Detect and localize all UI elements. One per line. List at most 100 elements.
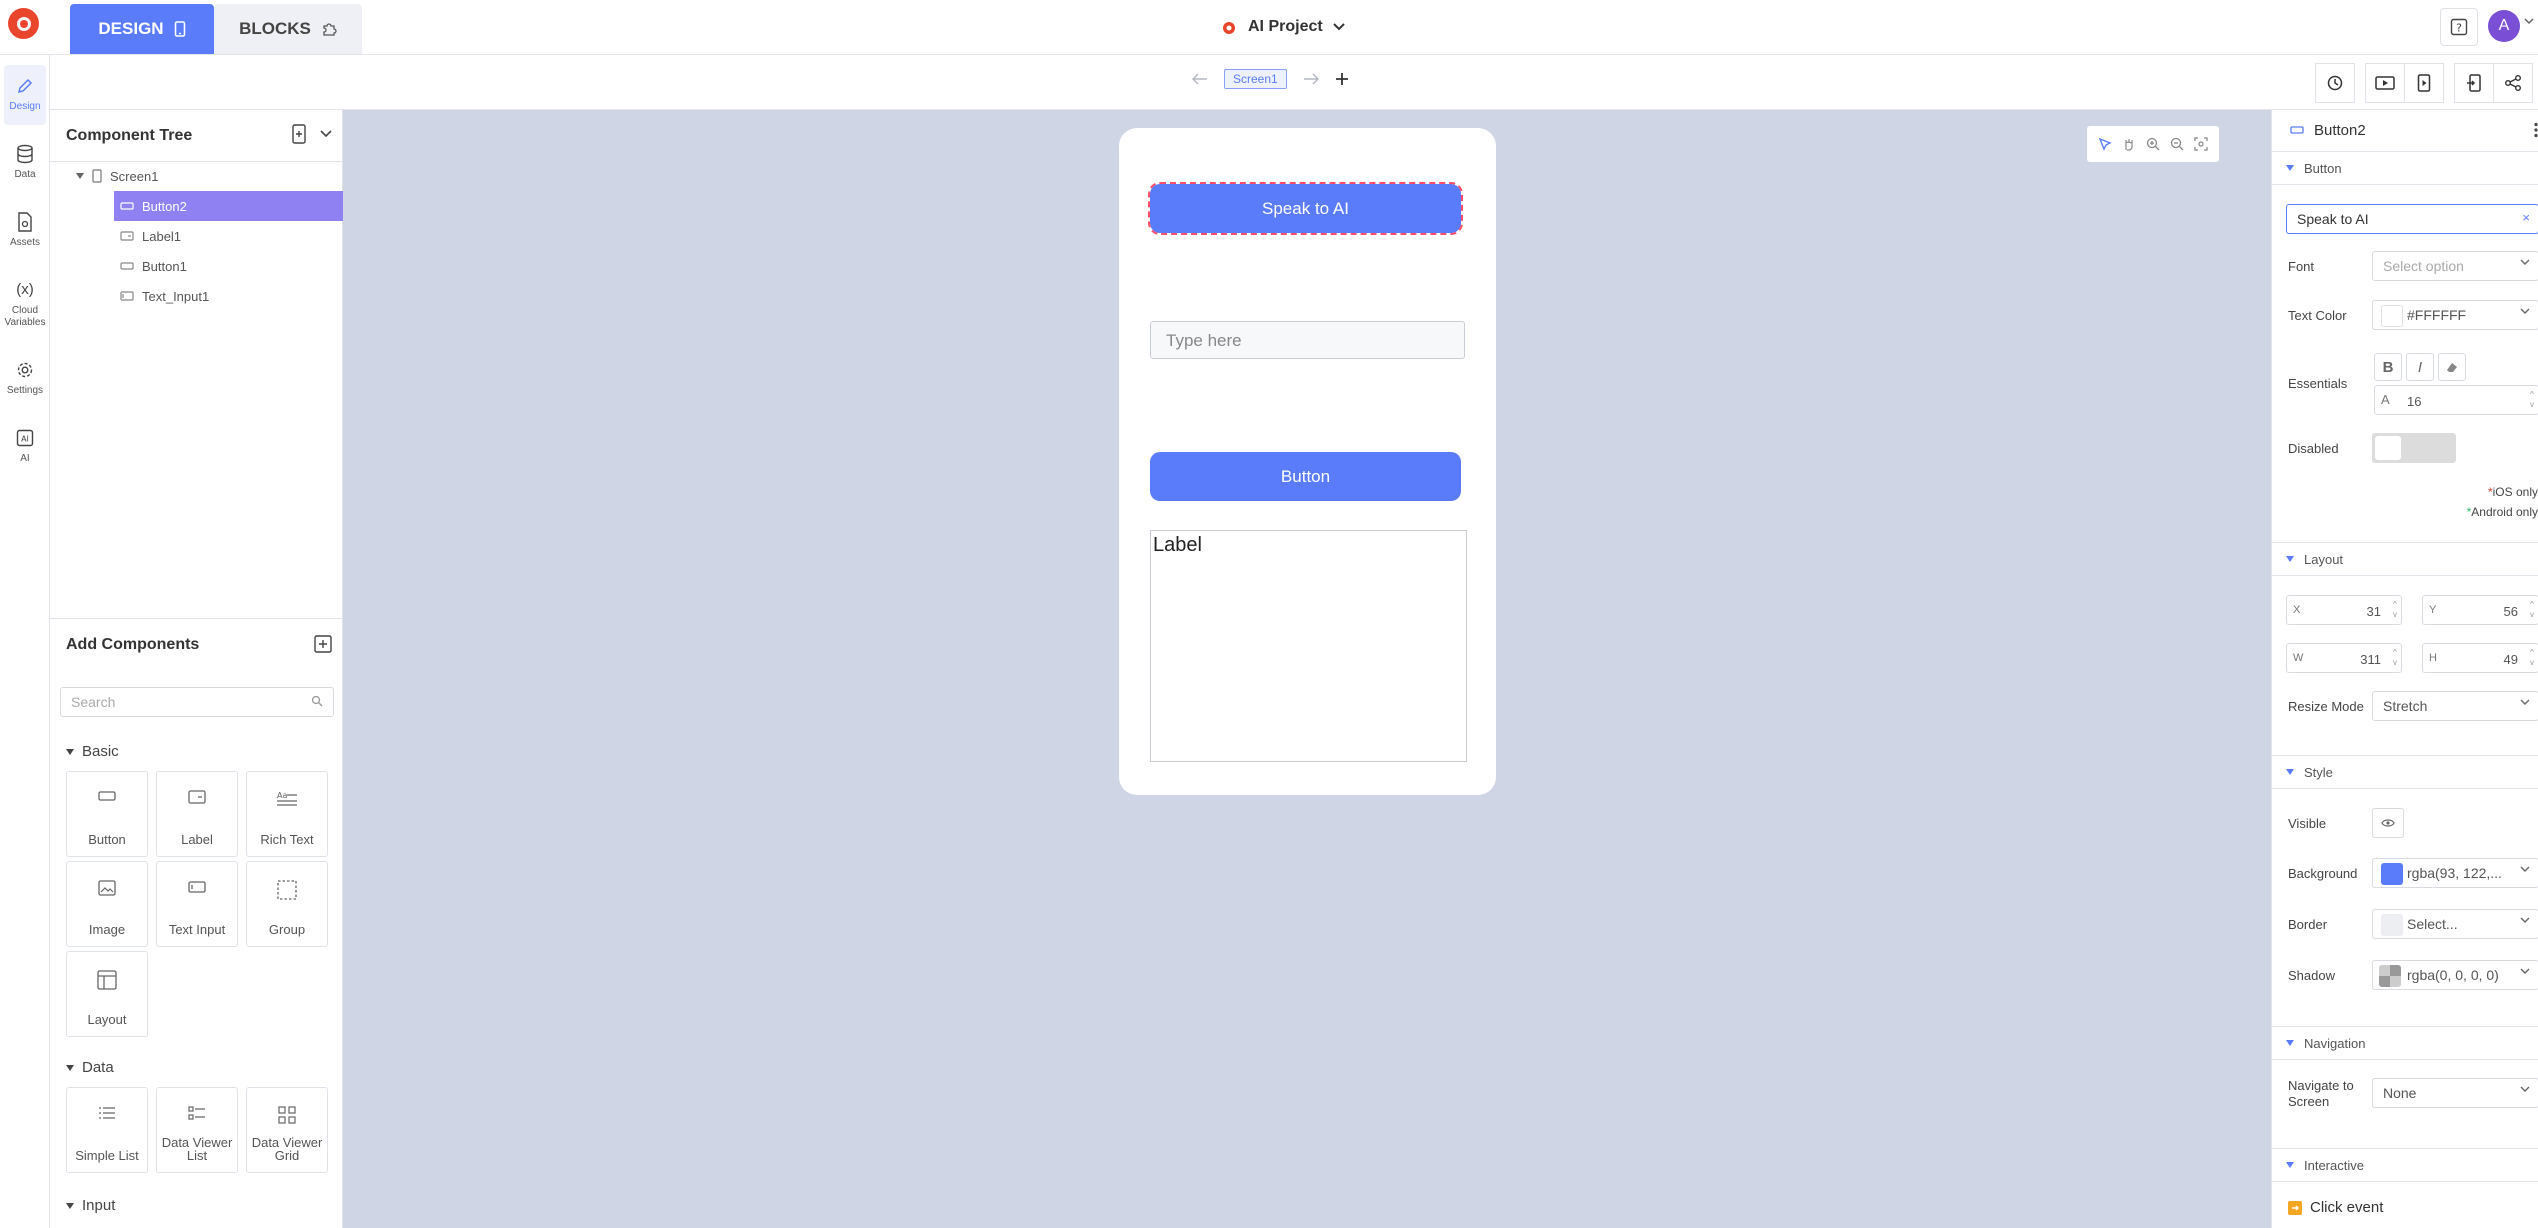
tree-item-text-input1[interactable]: Text_Input1 (114, 281, 343, 311)
bold-button[interactable]: B (2374, 353, 2402, 381)
component-card-rich-text[interactable]: Aa Rich Text (246, 771, 328, 857)
section-layout[interactable]: Layout (2272, 542, 2538, 576)
avatar-chevron-icon[interactable] (2524, 18, 2534, 25)
category-basic[interactable]: Basic (66, 743, 119, 760)
share-button[interactable] (2493, 63, 2533, 103)
tree-item-screen1[interactable]: Screen1 (76, 161, 338, 191)
component-search-input[interactable]: Search (60, 687, 334, 717)
add-box-icon[interactable] (314, 635, 332, 653)
tree-item-button1[interactable]: Button1 (114, 251, 343, 281)
font-label: Font (2288, 259, 2315, 274)
background-value: rgba(93, 122,... (2407, 865, 2502, 881)
background-select[interactable]: rgba(93, 122,... (2372, 858, 2538, 888)
export-button[interactable] (2454, 63, 2494, 103)
current-screen-pill[interactable]: Screen1 (1224, 69, 1287, 89)
device-preview-button[interactable] (2404, 63, 2444, 103)
section-button[interactable]: Button (2272, 151, 2538, 185)
text-input-icon (188, 881, 206, 893)
component-card-group[interactable]: Group (246, 861, 328, 947)
project-selector[interactable]: AI Project (1220, 12, 1345, 42)
section-navigation[interactable]: Navigation (2272, 1026, 2538, 1060)
add-screen-icon[interactable] (1335, 72, 1349, 86)
user-avatar[interactable]: A (2488, 10, 2520, 42)
android-only-note: *Android only (2466, 505, 2538, 519)
zoom-in-icon[interactable] (2146, 137, 2160, 151)
category-data[interactable]: Data (66, 1059, 114, 1076)
hand-icon[interactable] (2122, 137, 2136, 151)
rail-item-data[interactable]: Data (0, 141, 50, 181)
component-card-button[interactable]: Button (66, 771, 148, 857)
component-card-label[interactable]: Label (156, 771, 238, 857)
y-input[interactable]: Y 56 ^ v (2422, 595, 2538, 625)
section-interactive[interactable]: Interactive (2272, 1148, 2538, 1182)
chevron-down-icon (2520, 308, 2530, 314)
w-stepper[interactable]: ^ v (2393, 648, 2397, 668)
rail-item-settings[interactable]: Settings (0, 357, 50, 397)
preview-button[interactable] (2365, 63, 2405, 103)
h-stepper[interactable]: ^ v (2530, 648, 2534, 668)
preview-button2[interactable]: Speak to AI (1148, 182, 1463, 235)
arrow-left-icon[interactable] (1192, 73, 1208, 85)
x-stepper[interactable]: ^ v (2393, 600, 2397, 620)
tab-blocks[interactable]: BLOCKS (214, 4, 362, 54)
component-card-data-viewer-grid[interactable]: Data Viewer Grid (246, 1087, 328, 1173)
h-input[interactable]: H 49 ^ v (2422, 643, 2538, 673)
chevron-down-icon[interactable] (320, 130, 332, 138)
device-export-icon (2467, 74, 2481, 92)
component-card-text-input[interactable]: Text Input (156, 861, 238, 947)
navigate-select[interactable]: None (2372, 1078, 2538, 1108)
rail-item-design[interactable]: Design (0, 73, 50, 113)
rail-item-cloud-variables[interactable]: (x) Cloud Variables (0, 277, 50, 329)
svg-text:?: ? (2456, 22, 2462, 35)
preview-button1[interactable]: Button (1150, 452, 1461, 501)
tree-item-button2[interactable]: Button2 (114, 191, 343, 221)
device-add-icon[interactable] (292, 124, 306, 144)
border-select[interactable]: Select... (2372, 909, 2538, 939)
preview-label1[interactable]: Label (1150, 530, 1467, 762)
section-style[interactable]: Style (2272, 755, 2538, 789)
font-size-input[interactable]: A 16 ^ v (2374, 385, 2538, 415)
text-color-select[interactable]: #FFFFFF (2372, 300, 2538, 330)
pointer-icon[interactable] (2098, 137, 2112, 151)
clear-format-button[interactable] (2438, 353, 2466, 381)
component-card-simple-list[interactable]: Simple List (66, 1087, 148, 1173)
variable-icon: (x) (16, 281, 34, 298)
italic-button[interactable]: I (2406, 353, 2434, 381)
arrow-right-icon[interactable] (1303, 73, 1319, 85)
click-event-row[interactable]: Click event (2288, 1199, 2383, 1216)
design-canvas[interactable]: Speak to AI Type here Button Label (343, 110, 2271, 1228)
component-card-data-viewer-list[interactable]: Data Viewer List (156, 1087, 238, 1173)
component-card-image[interactable]: Image (66, 861, 148, 947)
history-button[interactable] (2315, 63, 2355, 103)
font-select[interactable]: Select option (2372, 251, 2538, 281)
w-input[interactable]: W 311 ^ v (2286, 643, 2402, 673)
category-input[interactable]: Input (66, 1197, 115, 1214)
rail-item-ai[interactable]: AI AI (0, 425, 50, 465)
rail-item-assets[interactable]: Assets (0, 209, 50, 249)
disabled-label: Disabled (2288, 441, 2339, 456)
chevron-down-icon (2520, 1086, 2530, 1092)
app-logo-icon[interactable] (8, 8, 39, 39)
disabled-toggle[interactable] (2372, 433, 2456, 463)
tree-item-label: Label1 (142, 228, 182, 244)
border-swatch (2381, 914, 2403, 936)
shadow-select[interactable]: rgba(0, 0, 0, 0) (2372, 960, 2538, 990)
rail-label-settings: Settings (6, 385, 44, 396)
category-label: Data (82, 1059, 114, 1076)
tree-item-label1[interactable]: Label1 (114, 221, 343, 251)
resize-mode-select[interactable]: Stretch (2372, 691, 2538, 721)
x-input[interactable]: X 31 ^ v (2286, 595, 2402, 625)
y-stepper[interactable]: ^ v (2530, 600, 2534, 620)
component-card-layout[interactable]: Layout (66, 951, 148, 1037)
help-button[interactable]: ? (2440, 8, 2478, 46)
zoom-out-icon[interactable] (2170, 137, 2184, 151)
preview-text-input1[interactable]: Type here (1150, 321, 1465, 359)
clear-icon[interactable]: × (2522, 210, 2530, 225)
fit-screen-icon[interactable] (2194, 137, 2208, 151)
button-text-input[interactable]: Speak to AI × (2286, 204, 2538, 234)
shadow-label: Shadow (2288, 968, 2335, 983)
tab-design[interactable]: DESIGN (70, 4, 214, 54)
font-size-stepper[interactable]: ^ v (2530, 390, 2534, 410)
more-vertical-icon[interactable] (2533, 122, 2538, 138)
visible-toggle[interactable] (2372, 808, 2404, 838)
